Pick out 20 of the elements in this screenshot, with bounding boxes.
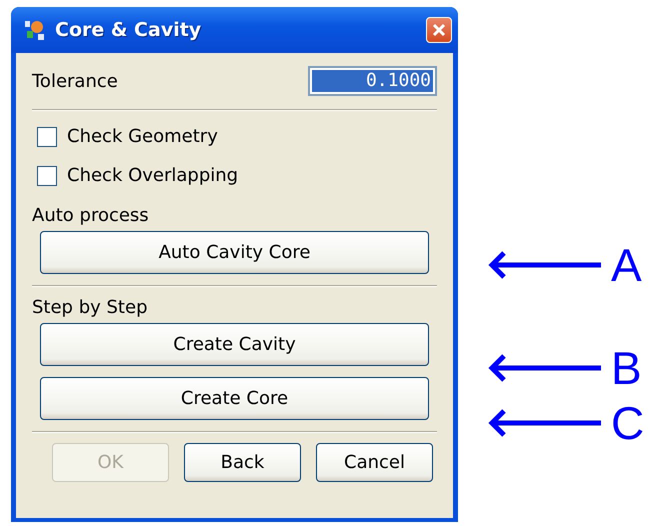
close-icon bbox=[432, 23, 446, 37]
callout-letter: B bbox=[611, 343, 642, 393]
tolerance-label: Tolerance bbox=[32, 70, 118, 92]
checkbox[interactable] bbox=[37, 166, 57, 186]
section-heading: Auto process bbox=[32, 204, 150, 228]
callout-letter: A bbox=[611, 240, 642, 290]
app-icon bbox=[23, 18, 47, 42]
dialog-button[interactable]: Back bbox=[184, 443, 301, 482]
action-button[interactable]: Create Core bbox=[40, 377, 429, 420]
checkbox-label: Check Overlapping bbox=[67, 165, 238, 186]
close-button[interactable] bbox=[426, 17, 452, 43]
window-title: Core & Cavity bbox=[55, 19, 202, 41]
action-button[interactable]: Auto Cavity Core bbox=[40, 231, 429, 274]
checkbox[interactable] bbox=[37, 126, 57, 146]
section-heading: Step by Step bbox=[32, 296, 148, 320]
checkbox-label: Check Geometry bbox=[67, 126, 218, 147]
tolerance-field[interactable]: 0.1000 bbox=[308, 66, 437, 96]
action-button[interactable]: Create Cavity bbox=[40, 323, 429, 366]
dialog-button[interactable]: Cancel bbox=[316, 443, 433, 482]
callout-letter: C bbox=[611, 398, 644, 448]
